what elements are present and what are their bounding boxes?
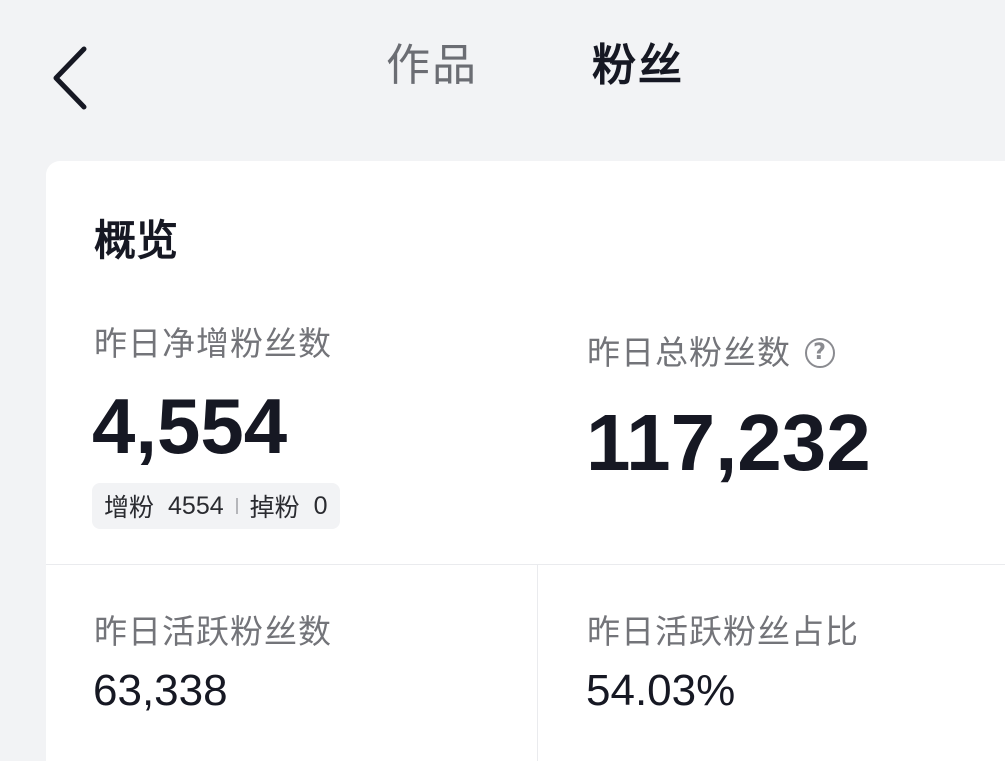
- total-fans-value: 117,232: [586, 398, 871, 487]
- fans-analytics-page: 作品 粉丝 概览 昨日净增粉丝数 4,554 增粉 4554 掉粉 0 昨日总粉…: [0, 0, 1005, 761]
- overview-card: 概览 昨日净增粉丝数 4,554 增粉 4554 掉粉 0 昨日总粉丝数 ? 1…: [46, 161, 1005, 761]
- fans-change-breakdown: 增粉 4554 掉粉 0: [92, 483, 340, 529]
- back-button[interactable]: [40, 40, 100, 120]
- net-new-fans-value: 4,554: [92, 382, 288, 470]
- total-fans-label-row: 昨日总粉丝数 ?: [587, 331, 835, 375]
- horizontal-divider: [46, 564, 1005, 565]
- loss-label: 掉粉: [249, 493, 300, 522]
- loss-value: 0: [313, 491, 328, 520]
- active-fans-value: 63,338: [93, 666, 228, 715]
- tab-fans[interactable]: 粉丝: [592, 36, 684, 96]
- vertical-divider: [537, 565, 538, 761]
- gain-value: 4554: [168, 491, 224, 520]
- net-new-fans-label: 昨日净增粉丝数: [94, 324, 332, 363]
- chevron-left-icon: [50, 45, 90, 115]
- total-fans-label: 昨日总粉丝数: [587, 333, 791, 372]
- overview-title: 概览: [94, 216, 179, 265]
- tab-works[interactable]: 作品: [386, 36, 478, 96]
- breakdown-divider: [235, 498, 238, 514]
- active-ratio-label: 昨日活跃粉丝占比: [587, 612, 859, 651]
- question-circle-icon[interactable]: ?: [805, 338, 835, 368]
- gain-label: 增粉: [104, 493, 155, 522]
- active-fans-label: 昨日活跃粉丝数: [94, 612, 332, 651]
- active-ratio-value: 54.03%: [586, 666, 736, 715]
